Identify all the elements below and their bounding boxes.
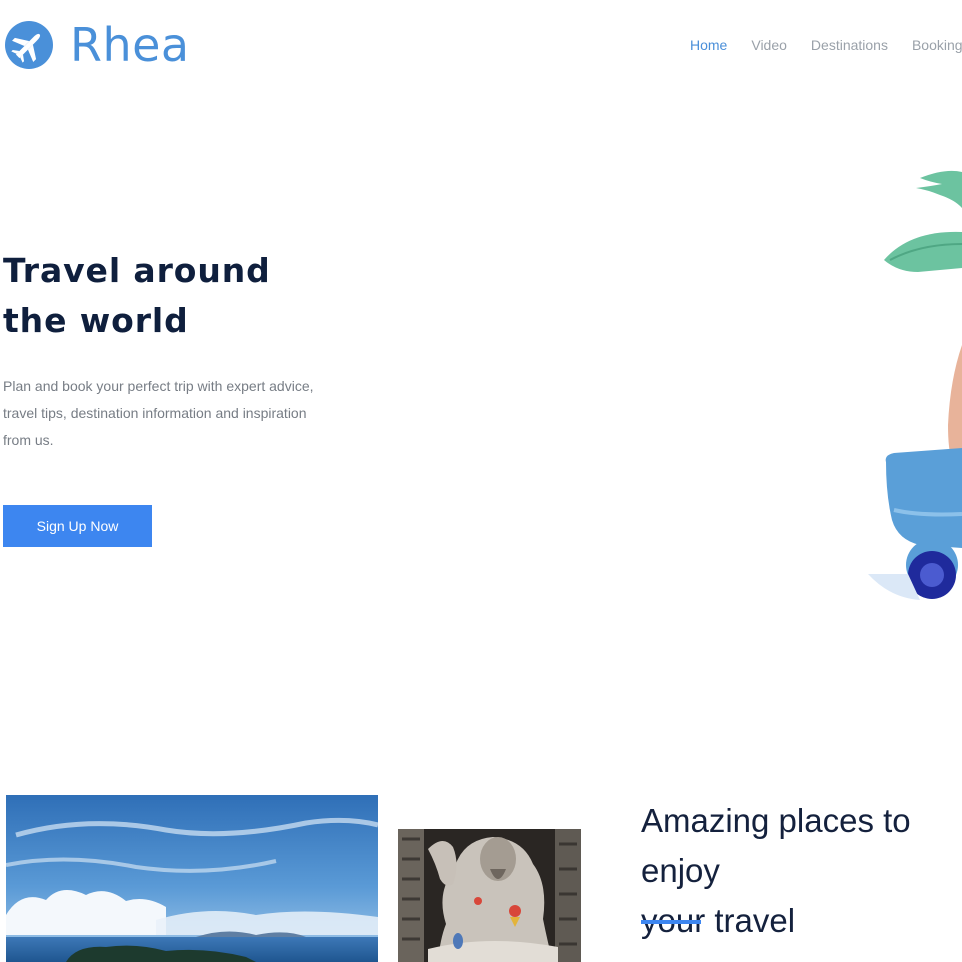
brand-logo[interactable]: Rhea xyxy=(5,20,190,70)
vehicle-body xyxy=(885,448,962,548)
hero-title-line-2: the world xyxy=(3,301,189,340)
nav-booking-link[interactable]: Booking xyxy=(912,37,962,53)
sign-up-button[interactable]: Sign Up Now xyxy=(3,505,152,547)
palm-leaf-top xyxy=(916,170,962,208)
nav-video-link[interactable]: Video xyxy=(751,37,787,53)
portrait-photo xyxy=(398,829,581,962)
seascape-photo xyxy=(6,795,378,962)
airplane-icon xyxy=(5,21,53,69)
section-title-line-1: Amazing places to enjoy xyxy=(641,802,911,889)
palm-leaf-middle xyxy=(884,231,962,272)
landing-page: Rhea Home Video Destinations Booking Tra… xyxy=(0,0,962,962)
main-nav: Home Video Destinations Booking xyxy=(690,37,962,53)
wheel-hub xyxy=(920,563,944,587)
nav-home-link[interactable]: Home xyxy=(690,37,727,53)
section-divider xyxy=(641,920,701,924)
figure-body xyxy=(948,345,962,460)
hero-description: Plan and book your perfect trip with exp… xyxy=(3,378,314,448)
hero-title-line-1: Travel around xyxy=(3,251,271,290)
brand-name: Rhea xyxy=(70,18,190,72)
hero-title: Travel around the world xyxy=(3,246,271,346)
nav-destinations-link[interactable]: Destinations xyxy=(811,37,888,53)
travel-illustration xyxy=(868,170,962,600)
